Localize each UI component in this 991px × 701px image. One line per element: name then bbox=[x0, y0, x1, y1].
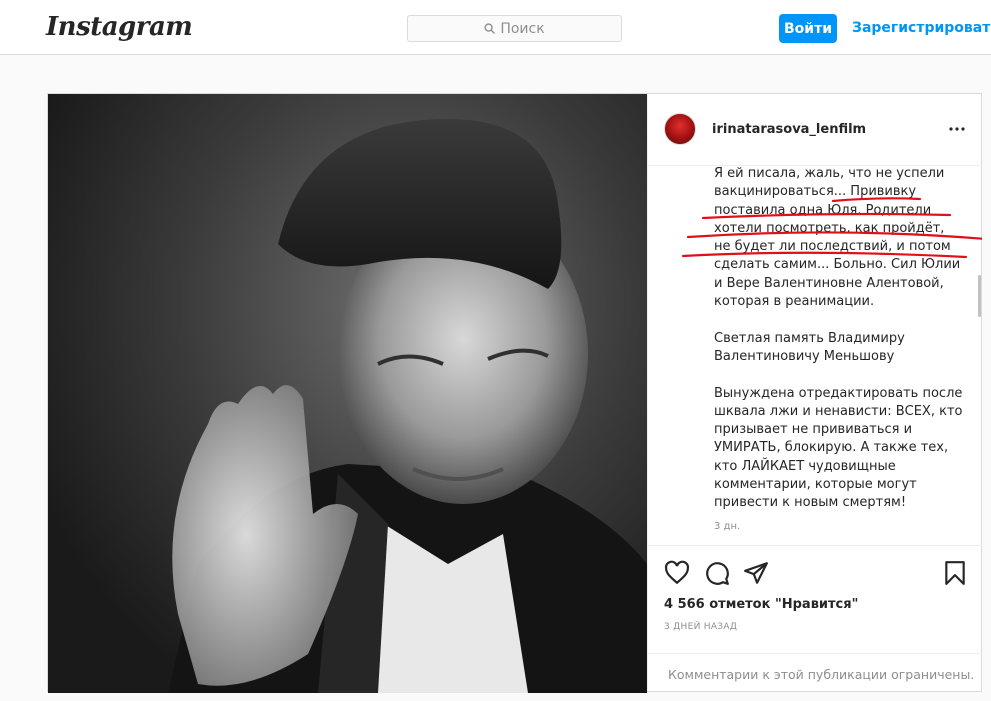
avatar[interactable] bbox=[664, 113, 696, 145]
comments-section: Комментарии к этой публикации ограничены… bbox=[648, 653, 982, 692]
signup-link[interactable]: Зарегистрироваться bbox=[852, 20, 991, 36]
more-horizontal-icon[interactable] bbox=[948, 120, 966, 138]
bookmark-icon[interactable] bbox=[942, 560, 968, 586]
comments-limited-notice: Комментарии к этой публикации ограничены… bbox=[668, 667, 975, 682]
portrait-photo bbox=[168, 119, 647, 693]
heart-icon[interactable] bbox=[664, 560, 690, 586]
caption-scrollbar[interactable] bbox=[978, 275, 981, 317]
post-photo bbox=[48, 94, 647, 693]
likes-count[interactable]: 4 566 отметок "Нравится" bbox=[664, 597, 858, 612]
caption-age: 3 дн. bbox=[714, 521, 741, 532]
caption-text: Я ей писала, жаль, что не успели вакцини… bbox=[714, 167, 963, 511]
instagram-logo[interactable]: Instagram bbox=[46, 12, 193, 42]
username-link[interactable]: irinatarasova_lenfilm bbox=[712, 122, 866, 137]
post-actions: 4 566 отметок "Нравится" 3 ДНЕЙ НАЗАД Ко… bbox=[648, 545, 982, 691]
post-header: irinatarasova_lenfilm bbox=[648, 94, 982, 166]
post-caption: Я ей писала, жаль, что не успели вакцини… bbox=[648, 167, 982, 545]
comment-icon[interactable] bbox=[704, 560, 730, 586]
post-sidebar: irinatarasova_lenfilm Я ей писала, жаль,… bbox=[647, 94, 982, 691]
post-date[interactable]: 3 ДНЕЙ НАЗАД bbox=[664, 622, 737, 632]
post-card: irinatarasova_lenfilm Я ей писала, жаль,… bbox=[47, 93, 982, 693]
search-placeholder: Поиск bbox=[500, 20, 545, 37]
login-button[interactable]: Войти bbox=[779, 14, 837, 43]
search-icon bbox=[484, 23, 496, 34]
top-navigation-bar: Instagram Поиск Войти Зарегистрироваться bbox=[0, 0, 991, 55]
search-input[interactable]: Поиск bbox=[407, 15, 622, 42]
paper-plane-icon[interactable] bbox=[743, 560, 769, 586]
